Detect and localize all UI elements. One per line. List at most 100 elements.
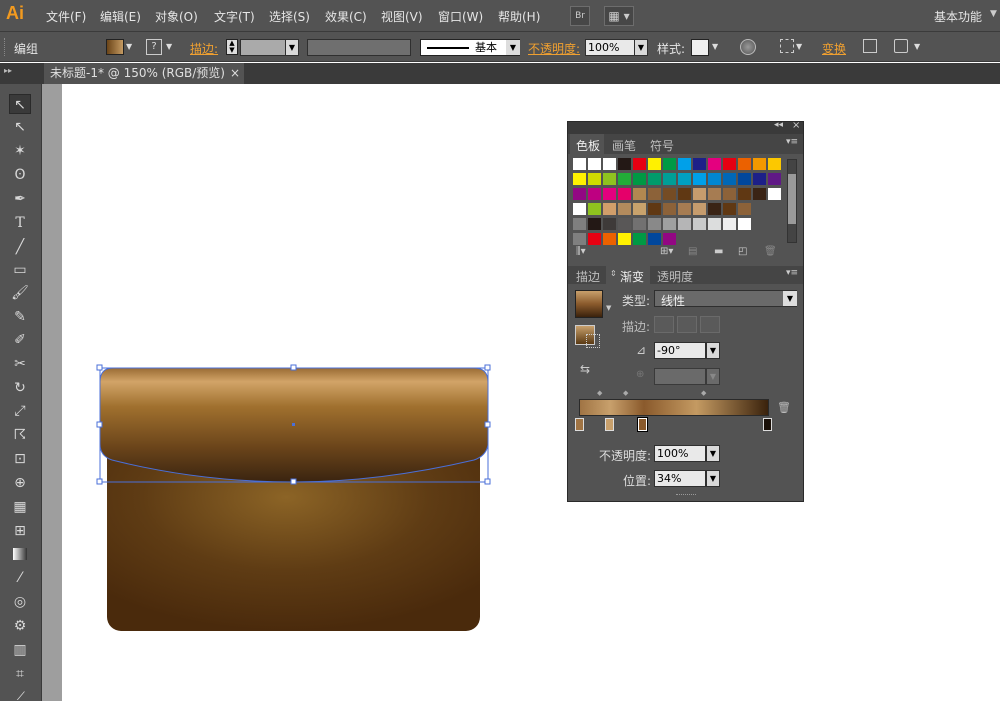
- color-swatch[interactable]: [738, 218, 751, 230]
- color-swatch[interactable]: [723, 158, 736, 170]
- selection-handle[interactable]: [290, 478, 297, 485]
- color-swatch[interactable]: [723, 218, 736, 230]
- tab-stroke[interactable]: 描边: [576, 268, 600, 285]
- color-swatch[interactable]: [603, 173, 616, 185]
- color-swatch[interactable]: [768, 188, 781, 200]
- color-swatch[interactable]: [618, 233, 631, 245]
- color-swatch[interactable]: [633, 158, 646, 170]
- selection-handle[interactable]: [290, 364, 297, 371]
- gradient-preset-dropdown-icon[interactable]: ▼: [606, 304, 611, 312]
- color-swatch[interactable]: [648, 188, 661, 200]
- color-swatch[interactable]: [678, 173, 691, 185]
- tab-symbols[interactable]: 符号: [650, 137, 674, 154]
- color-swatch[interactable]: [633, 203, 646, 215]
- gradient-slider[interactable]: [579, 399, 769, 416]
- color-swatch[interactable]: [603, 218, 616, 230]
- color-swatch[interactable]: [573, 218, 586, 230]
- color-swatch[interactable]: [633, 173, 646, 185]
- color-swatch[interactable]: [663, 233, 676, 245]
- color-swatch[interactable]: [618, 173, 631, 185]
- color-swatch[interactable]: [753, 158, 766, 170]
- color-swatch[interactable]: [573, 188, 586, 200]
- delete-stop-icon[interactable]: 🗑: [777, 401, 791, 414]
- color-swatch[interactable]: [588, 158, 601, 170]
- midpoint-diamond[interactable]: ◆: [701, 389, 706, 397]
- color-swatch[interactable]: [603, 188, 616, 200]
- color-swatch[interactable]: [648, 203, 661, 215]
- color-swatch[interactable]: [768, 173, 781, 185]
- swatch-libraries-icon[interactable]: ⫼▾: [576, 246, 586, 257]
- color-swatch[interactable]: [618, 218, 631, 230]
- color-swatch[interactable]: [648, 173, 661, 185]
- color-swatch[interactable]: [648, 158, 661, 170]
- color-swatch[interactable]: [738, 173, 751, 185]
- swatch-options-icon[interactable]: ▤: [688, 246, 697, 257]
- stop-opacity-dropdown[interactable]: ▼: [706, 445, 720, 462]
- color-swatch[interactable]: [573, 158, 586, 170]
- scrollbar-thumb[interactable]: [788, 174, 796, 224]
- color-swatch[interactable]: [648, 218, 661, 230]
- color-swatch[interactable]: [663, 218, 676, 230]
- stroke-along-icon[interactable]: [677, 316, 697, 333]
- artwork-layer[interactable]: [0, 0, 1000, 701]
- color-swatch[interactable]: [588, 173, 601, 185]
- gradient-preview-swatch[interactable]: [575, 290, 603, 318]
- color-swatch[interactable]: [603, 233, 616, 245]
- location-dropdown[interactable]: ▼: [706, 470, 720, 487]
- delete-swatch-icon[interactable]: 🗑: [764, 246, 777, 257]
- color-swatch[interactable]: [603, 158, 616, 170]
- color-swatch[interactable]: [588, 203, 601, 215]
- selection-handle[interactable]: [96, 364, 103, 371]
- color-swatch[interactable]: [573, 233, 586, 245]
- color-swatch[interactable]: [693, 203, 706, 215]
- selection-handle[interactable]: [484, 478, 491, 485]
- selection-handle[interactable]: [484, 364, 491, 371]
- color-swatch[interactable]: [723, 188, 736, 200]
- color-swatch[interactable]: [588, 218, 601, 230]
- color-swatch[interactable]: [678, 188, 691, 200]
- gradient-type-select[interactable]: 线性 ▼: [654, 290, 797, 308]
- color-swatch[interactable]: [678, 158, 691, 170]
- gradient-stop[interactable]: [605, 418, 614, 431]
- gradient-stop-selected[interactable]: [637, 417, 648, 432]
- panel-resize-grip[interactable]: [676, 494, 696, 496]
- swatch-panel-menu-icon[interactable]: ▾≡: [786, 137, 798, 147]
- color-swatch[interactable]: [693, 173, 706, 185]
- color-swatch[interactable]: [573, 173, 586, 185]
- color-swatch[interactable]: [678, 218, 691, 230]
- reverse-gradient-icon[interactable]: ⇆: [580, 362, 590, 376]
- tab-brushes[interactable]: 画笔: [612, 137, 636, 154]
- color-swatch[interactable]: [738, 203, 751, 215]
- color-swatch[interactable]: [663, 203, 676, 215]
- color-swatch[interactable]: [738, 188, 751, 200]
- show-swatch-kinds-icon[interactable]: ⊞▾: [660, 246, 673, 257]
- angle-dropdown[interactable]: ▼: [706, 342, 720, 359]
- color-swatch[interactable]: [693, 218, 706, 230]
- stroke-across-icon[interactable]: [700, 316, 720, 333]
- color-swatch[interactable]: [753, 173, 766, 185]
- color-swatch[interactable]: [633, 218, 646, 230]
- color-swatch[interactable]: [723, 203, 736, 215]
- panel-title-bar[interactable]: ◂◂ ×: [568, 120, 803, 134]
- gradient-panel-menu-icon[interactable]: ▾≡: [786, 268, 798, 278]
- color-swatch[interactable]: [618, 203, 631, 215]
- color-swatch[interactable]: [693, 158, 706, 170]
- color-swatch[interactable]: [678, 203, 691, 215]
- gradient-stop[interactable]: [763, 418, 772, 431]
- color-swatch[interactable]: [753, 188, 766, 200]
- collapse-panel-icon[interactable]: ◂◂: [774, 120, 783, 130]
- color-swatch[interactable]: [588, 188, 601, 200]
- color-swatch[interactable]: [648, 233, 661, 245]
- selection-handle[interactable]: [484, 421, 491, 428]
- gradient-stop[interactable]: [575, 418, 584, 431]
- color-swatch[interactable]: [738, 158, 751, 170]
- color-swatch[interactable]: [663, 188, 676, 200]
- color-swatch[interactable]: [693, 188, 706, 200]
- color-swatch[interactable]: [723, 173, 736, 185]
- new-color-group-icon[interactable]: ▬: [714, 246, 723, 257]
- color-swatch[interactable]: [708, 173, 721, 185]
- selection-handle[interactable]: [96, 421, 103, 428]
- location-field[interactable]: 34%: [654, 470, 706, 487]
- color-swatch[interactable]: [633, 188, 646, 200]
- angle-field[interactable]: -90°: [654, 342, 706, 359]
